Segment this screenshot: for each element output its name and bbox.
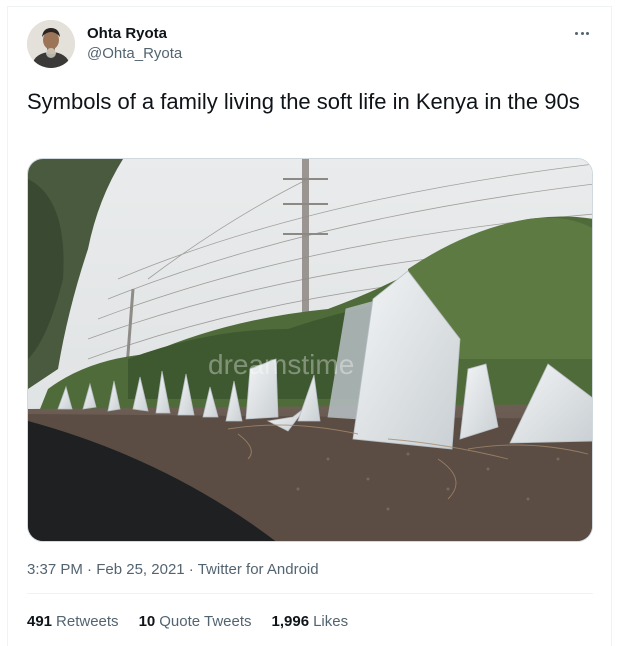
more-options-button[interactable] (571, 24, 593, 42)
tweet-stats: 491 Retweets 10 Quote Tweets 1,996 Likes (27, 612, 348, 631)
quote-tweets-count: 10 (138, 613, 156, 630)
tweet-media-photo[interactable]: dreamstime (27, 158, 593, 542)
meta-separator: · (188, 561, 194, 578)
handle[interactable]: @Ohta_Ryota (87, 44, 182, 63)
tweet-source[interactable]: Twitter for Android (198, 561, 319, 578)
quote-tweets-stat[interactable]: 10 Quote Tweets (139, 612, 252, 631)
likes-label: Likes (313, 613, 349, 630)
meta-separator: · (87, 561, 93, 578)
quote-tweets-label: Quote Tweets (159, 613, 252, 630)
tweet-card: Ohta Ryota @Ohta_Ryota Symbols of a fami… (7, 6, 612, 646)
author-block: Ohta Ryota @Ohta_Ryota (87, 24, 182, 63)
avatar[interactable] (27, 20, 75, 68)
display-name[interactable]: Ohta Ryota (87, 24, 182, 43)
likes-count: 1,996 (271, 613, 310, 630)
tweet-text: Symbols of a family living the soft life… (27, 89, 580, 114)
retweets-stat[interactable]: 491 Retweets (27, 612, 119, 631)
tweet-time[interactable]: 3:37 PM (27, 561, 83, 578)
tweet-metadata: 3:37 PM · Feb 25, 2021 · Twitter for And… (27, 560, 319, 579)
divider (27, 593, 593, 594)
retweets-count: 491 (27, 613, 53, 630)
retweets-label: Retweets (56, 613, 119, 630)
image-watermark: dreamstime (208, 349, 354, 380)
likes-stat[interactable]: 1,996 Likes (272, 612, 349, 631)
more-horizontal-icon (575, 31, 579, 35)
tweet-date[interactable]: Feb 25, 2021 (96, 561, 184, 578)
